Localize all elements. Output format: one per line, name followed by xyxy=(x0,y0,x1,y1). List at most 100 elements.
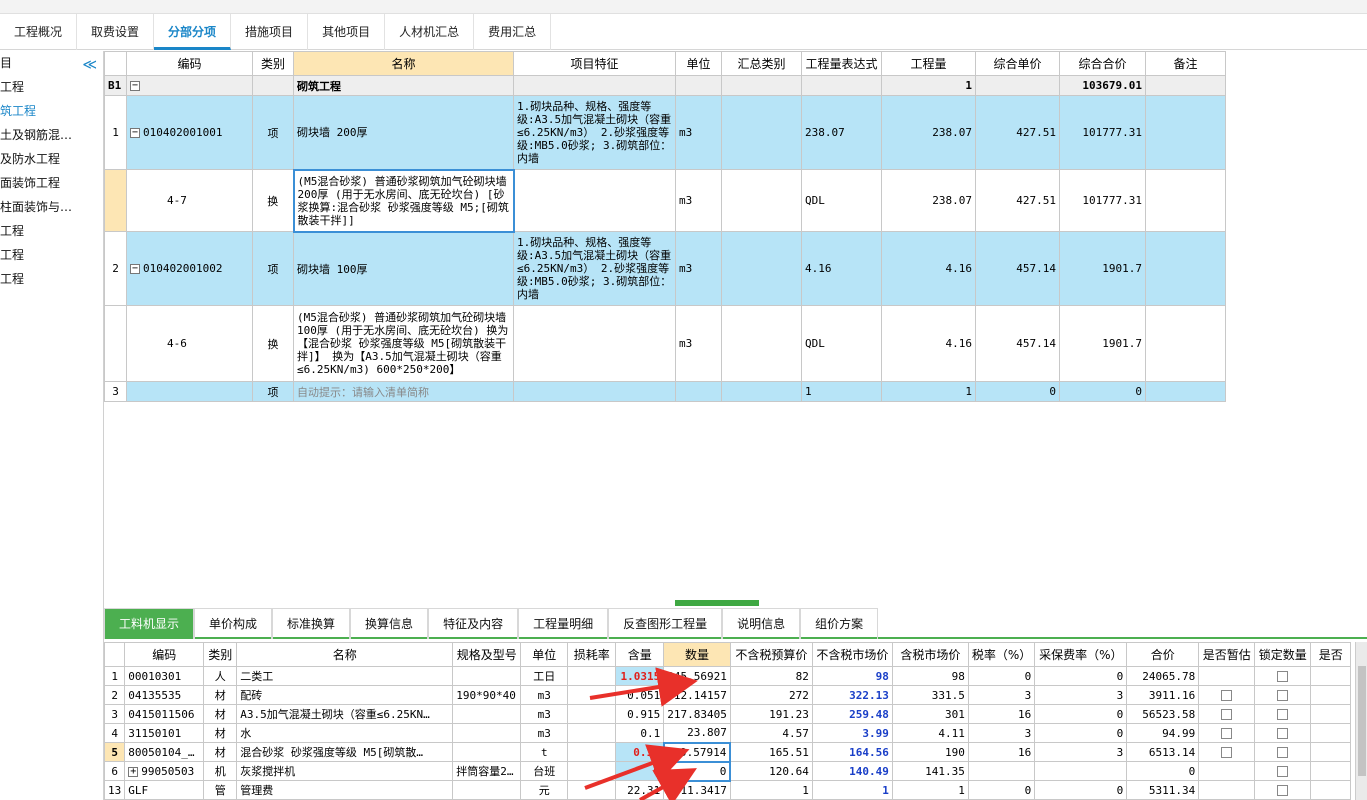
qty-cell[interactable]: 0 xyxy=(662,760,732,782)
sidebar-item[interactable]: 及防水工程 xyxy=(0,147,103,171)
market-cell[interactable]: 140.49 xyxy=(811,761,893,781)
tab-description[interactable]: 说明信息 xyxy=(722,608,801,639)
table-row[interactable]: 1 00010301 人二类工 工日 1.0315 245.56921 82 98 98 0 0 24… xyxy=(103,666,1352,686)
tax-market-cell[interactable]: 190 xyxy=(891,742,969,762)
checkbox[interactable] xyxy=(1277,709,1289,720)
vertical-scrollbar[interactable] xyxy=(1355,642,1367,800)
market-cell[interactable]: 1 xyxy=(811,780,893,800)
col-header[interactable]: 损耗率 xyxy=(567,642,617,667)
table-row[interactable]: 2 −010402001002 项 砌块墙 100厚 1.砌块品种、规格、强度等… xyxy=(104,231,1226,306)
tax-cell[interactable]: 3 xyxy=(967,685,1036,705)
checkbox[interactable] xyxy=(1277,747,1289,758)
qty-cell[interactable]: 23.807 xyxy=(663,723,731,743)
code-cell[interactable]: 04135535 xyxy=(124,685,205,705)
market-cell[interactable]: 259.48 xyxy=(811,704,893,724)
name-cell[interactable]: 二类工 xyxy=(236,666,454,686)
col-header[interactable]: 工程量表达式 xyxy=(801,51,882,76)
col-header[interactable]: 综合合价 xyxy=(1059,51,1146,76)
col-header[interactable]: 合价 xyxy=(1126,642,1200,667)
fee-cell[interactable] xyxy=(1034,761,1128,781)
col-header[interactable]: 名称 xyxy=(293,51,514,76)
col-header[interactable]: 不含税预算价 xyxy=(729,642,813,667)
tab-fee-summary[interactable]: 费用汇总 xyxy=(474,14,552,50)
spec-cell[interactable] xyxy=(452,723,522,743)
name-cell[interactable]: 灰浆搅拌机 xyxy=(236,761,454,781)
tab-fee-settings[interactable]: 取费设置 xyxy=(77,14,155,50)
tab-other-items[interactable]: 其他项目 xyxy=(308,14,386,50)
market-cell[interactable]: 322.13 xyxy=(811,685,893,705)
fee-cell[interactable]: 0 xyxy=(1034,780,1128,800)
table-row[interactable]: 2 04135535 材配砖 190*90*40 m3 0.051 12.14157 272 3… xyxy=(103,685,1352,705)
fee-cell[interactable]: 3 xyxy=(1034,742,1128,762)
content-cell[interactable]: 0 xyxy=(615,761,665,781)
tab-reverse-graphic[interactable]: 反查图形工程量 xyxy=(608,608,723,639)
col-header[interactable]: 单位 xyxy=(675,51,722,76)
col-header[interactable]: 是否暂估 xyxy=(1198,642,1256,667)
col-header[interactable]: 名称 xyxy=(236,642,454,667)
col-header[interactable]: 编码 xyxy=(126,51,253,76)
section-row[interactable]: B1 − 砌筑工程 1 103679.01 xyxy=(104,75,1226,96)
sidebar-item[interactable]: 筑工程 xyxy=(0,99,103,123)
content-cell[interactable]: 0.051 xyxy=(615,685,665,705)
tab-overview[interactable]: 工程概况 xyxy=(0,14,78,50)
col-header[interactable]: 项目特征 xyxy=(513,51,676,76)
spec-cell[interactable] xyxy=(452,780,522,800)
spec-cell[interactable] xyxy=(452,704,522,724)
spec-cell[interactable] xyxy=(452,666,522,686)
code-cell[interactable]: +99050503 xyxy=(124,761,205,781)
qty-cell[interactable]: 12.14157 xyxy=(663,685,731,705)
content-cell[interactable]: 1.0315 xyxy=(615,666,665,686)
sidebar-item[interactable]: 工程 xyxy=(0,75,103,99)
tab-unit-price[interactable]: 单价构成 xyxy=(194,608,273,639)
checkbox[interactable] xyxy=(1277,728,1289,739)
tab-measures[interactable]: 措施项目 xyxy=(231,14,309,50)
col-header[interactable]: 汇总类别 xyxy=(721,51,802,76)
tax-cell[interactable]: 16 xyxy=(967,704,1036,724)
name-cell[interactable]: 管理费 xyxy=(236,780,454,800)
market-cell[interactable]: 164.56 xyxy=(811,742,893,762)
col-header[interactable]: 综合单价 xyxy=(975,51,1060,76)
col-header[interactable]: 采保费率（%） xyxy=(1034,642,1128,667)
fee-cell[interactable]: 3 xyxy=(1034,685,1128,705)
table-row[interactable]: 4-7 换 (M5混合砂浆) 普通砂浆砌筑加气砼砌块墙 200厚 (用于无水房间… xyxy=(104,168,1226,233)
col-header[interactable]: 编码 xyxy=(124,642,205,667)
col-header[interactable]: 税率（%） xyxy=(967,642,1036,667)
table-row[interactable]: 3 0415011506 材 A3.5加气混凝土砌块（容重≤6.25KN… m3 0.91… xyxy=(103,704,1352,724)
table-row[interactable]: 6 +99050503 机灰浆搅拌机 拌筒容量2… 台班 0 0 120.64 140.49 14… xyxy=(103,760,1352,782)
qty-cell[interactable]: 5311.3417 xyxy=(663,780,731,800)
scroll-thumb[interactable] xyxy=(1358,666,1366,776)
panel-splitter[interactable] xyxy=(675,600,759,606)
sidebar-item[interactable]: 工程 xyxy=(0,219,103,243)
tab-pricing-plan[interactable]: 组价方案 xyxy=(800,608,879,639)
checkbox[interactable] xyxy=(1221,709,1233,720)
col-header[interactable]: 不含税市场价 xyxy=(811,642,893,667)
code-cell[interactable]: 0415011506 xyxy=(124,704,205,724)
fee-cell[interactable]: 0 xyxy=(1034,723,1128,743)
fee-cell[interactable]: 0 xyxy=(1034,666,1128,686)
col-header[interactable]: 类别 xyxy=(252,51,294,76)
tab-convert-info[interactable]: 换算信息 xyxy=(350,608,429,639)
tab-labor-material-summary[interactable]: 人材机汇总 xyxy=(385,14,475,50)
tax-market-cell[interactable]: 98 xyxy=(891,666,969,686)
tax-cell[interactable] xyxy=(967,761,1036,781)
checkbox[interactable] xyxy=(1277,671,1289,682)
qty-cell[interactable]: 39.57914 xyxy=(662,741,732,763)
content-cell[interactable]: 0.16 xyxy=(615,742,665,762)
tax-market-cell[interactable]: 301 xyxy=(891,704,969,724)
name-cell[interactable]: 水 xyxy=(236,723,454,743)
code-cell[interactable]: 00010301 xyxy=(124,666,205,686)
checkbox[interactable] xyxy=(1221,728,1233,739)
col-header[interactable]: 工程量 xyxy=(881,51,976,76)
col-header[interactable]: 数量 xyxy=(663,642,731,667)
code-text[interactable]: 99050503 xyxy=(141,765,194,778)
tax-cell[interactable]: 3 xyxy=(967,723,1036,743)
sidebar-item[interactable]: 柱面装饰与… xyxy=(0,195,103,219)
spec-cell[interactable]: 190*90*40 xyxy=(452,685,522,705)
checkbox[interactable] xyxy=(1277,785,1289,796)
tax-market-cell[interactable]: 1 xyxy=(891,780,969,800)
collapse-toggle-icon[interactable]: − xyxy=(130,128,140,138)
expand-toggle-icon[interactable]: + xyxy=(128,766,139,777)
spec-cell[interactable] xyxy=(452,742,522,762)
tax-market-cell[interactable]: 331.5 xyxy=(891,685,969,705)
sidebar-item[interactable]: 土及钢筋混… xyxy=(0,123,103,147)
